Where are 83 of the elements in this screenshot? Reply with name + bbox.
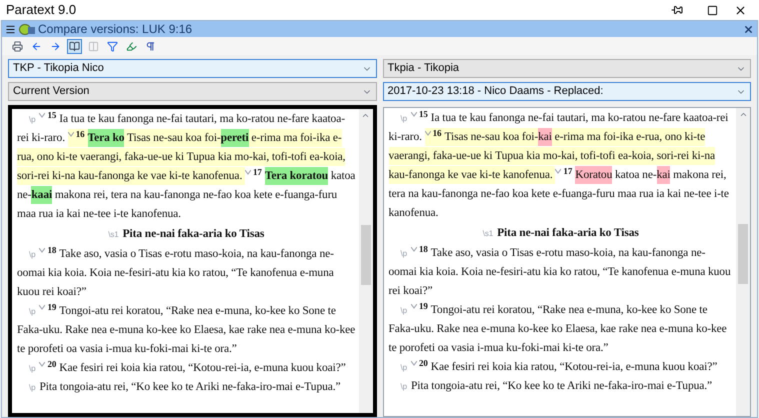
window-title: Paratext 9.0	[6, 1, 78, 20]
menu-icon[interactable]	[5, 24, 16, 34]
style-marker: \p	[400, 363, 407, 372]
highlighted-word: Tera koratou	[264, 167, 328, 185]
verse-marker-icon	[39, 305, 46, 310]
highlighter-icon	[126, 40, 137, 52]
columns-icon	[88, 40, 99, 52]
verse-paragraph: \p Pita tongoia-atu rei, “Ko kee ko te Ariki ne-faka-iro-mai e-Tupua.”	[28, 380, 342, 396]
style-marker: \p	[29, 115, 36, 124]
style-marker: \p	[400, 114, 407, 123]
close-icon[interactable]	[734, 4, 747, 16]
verse-paragraph: \p $^{19}$ Tongoi-atu rei koratou, “Rake nea e-muna, ko-kee ko Sone te Faka-uku. Rake nea e-muna ko-kee ko Elaesa, kae rake nea e-muna ko-kee te porofeti oa vasia i-mua ku-foki-mai ki-te ora.”	[17, 302, 356, 358]
section-heading: Pita ne-nai faka-aria ko Tisas	[497, 226, 639, 241]
pilcrow-icon	[145, 40, 156, 52]
printer-button[interactable]	[10, 38, 25, 54]
scrollbar-thumb[interactable]	[738, 224, 748, 284]
style-marker: \p	[400, 249, 407, 258]
verse-number: 17	[563, 166, 572, 176]
verse-marker-icon	[39, 362, 46, 368]
scroll-up-icon[interactable]	[738, 110, 748, 119]
printer-icon	[12, 40, 23, 52]
highlighted-word: Tera ko	[88, 129, 124, 147]
style-marker: \s1	[482, 228, 494, 240]
verse-marker-icon	[555, 169, 562, 174]
maximize-icon[interactable]	[707, 4, 718, 16]
close-icon[interactable]	[743, 24, 754, 34]
book-icon	[69, 40, 80, 52]
style-marker: \s1	[108, 229, 119, 241]
verse-paragraph: \p $^{18}$ Take aso, vasia o Tisas e-rotu maso-koia, na kau-fanonga ne-oomai kia koia. Koia ne-fesiri-atu kia ko ratou, “Te kanofenua e-muna kuou rei koai?”	[17, 245, 335, 300]
verse-marker-icon	[410, 361, 417, 366]
verse-paragraph: \p $^{18}$ Take aso, vasia o Tisas e-rotu maso-koia, na kau-fanonga ne-oomai kia koia. Koia ne-fesiri-atu kia ko ratou, “Te kanofenua e-muna kuou rei koai?”	[388, 244, 732, 300]
verse-marker-icon	[39, 113, 46, 118]
pin-icon[interactable]	[671, 4, 683, 16]
version-dropdown[interactable]: TKP - Tikopia Nico	[8, 59, 376, 78]
book-button[interactable]	[67, 38, 82, 54]
verse-marker-icon	[68, 132, 74, 137]
version-dropdown[interactable]: Current Version	[8, 82, 376, 101]
verse-number: 15	[47, 110, 56, 120]
verse-marker-icon	[410, 304, 417, 310]
verse-paragraph: \p $^{20}$ Kae fesiri rei koia kia ratou, “Kotou-rei-ia, e-muna kuou koai?”	[28, 359, 347, 376]
verse-marker-icon	[424, 131, 431, 136]
highlighted-word: kai	[538, 128, 552, 146]
highlighted-word: kaai	[31, 186, 52, 204]
verse-number: 16	[76, 128, 85, 138]
back-arrow-icon	[31, 40, 42, 52]
highlighted-word: pereti	[220, 129, 249, 147]
verse-paragraph: \p $^{20}$ Kae fesiri rei koia kia ratou, “Kotou-rei-ia, e-muna kuou koai?”	[400, 358, 718, 376]
forward-arrow-icon	[50, 40, 61, 52]
verse-marker-icon	[245, 170, 251, 175]
version-dropdown[interactable]: 2017-10-23 13:18 - Nico Daams - Replaced:	[382, 82, 751, 101]
verse-paragraph: \p $^{15}$ Ia tua te kau fanonga ne-fai tautari, ma ko-ratou ne-fare kaatoa-rei ki-raro. $^{16}$ Tera ko Tisas ne-sau koa foi-pereti e-rima ma foi-ika e-rua, ono ki-te vaerangi, faka-ue-ue ki Tupua kia mo-kai, tofi-tofi ea-koia, sori-rei ki-na kau-fanonga ke vae ki-te kanofenua. $^{17}$ Tera koratou katoa ne-kaai makona rei, tera na kau-fanonga ne-fao koa kete e-fuanga-furu maa rua ia kai ne-tee i-te kanofenua.	[17, 110, 356, 222]
highlighted-word: Koratou	[575, 166, 612, 184]
verse-number: 19	[418, 300, 428, 311]
highlighted-word: kai	[656, 166, 670, 184]
version-dropdown[interactable]: Tkpia - Tikopia	[382, 59, 751, 78]
verse-number: 16	[432, 128, 442, 138]
style-marker: \p	[400, 306, 407, 316]
verse-marker-icon	[410, 112, 417, 117]
section-heading: Pita ne-nai faka-aria ko Tisas	[122, 227, 264, 242]
app-logo-icon	[19, 24, 35, 34]
style-marker: \p	[400, 382, 407, 392]
panel-title: Compare versions: LUK 9:16	[38, 21, 194, 38]
style-marker: \p	[29, 250, 36, 260]
verse-number: 17	[253, 166, 262, 176]
filter-icon	[107, 40, 118, 52]
style-marker: \p	[29, 364, 36, 374]
verse-marker-icon	[39, 248, 46, 254]
verse-marker-icon	[410, 247, 417, 252]
style-marker: \p	[29, 383, 36, 392]
scrollbar[interactable]	[358, 109, 372, 413]
style-marker: \p	[29, 307, 36, 316]
scrollbar-thumb[interactable]	[360, 225, 370, 285]
scrollbar[interactable]	[736, 108, 750, 416]
verse-paragraph: \p Pita tongoia-atu rei, “Ko kee ko te Ariki ne-faka-iro-mai e-Tupua.”	[400, 379, 714, 394]
verse-number: 15	[418, 108, 428, 118]
verse-paragraph: \p $^{15}$ Ia tua te kau fanonga ne-fai tautari, ma ko-ratou ne-fare kaatoa-rei ki-raro. $^{16}$ Tisas ne-sau koa foi-kai e-rima ma foi-ika e-rua, ono ki-te vaerangi, faka-ue-ue ki Tupua kia mo-kai, tofi-tofi ea-koia, sori-rei ki-na kau-fanonga ke vae ki-te kanofenua. $^{17}$ Koratou katoa ne-kai makona rei, tera na kau-fanonga ne-fao koa kete e-fuanga-furu maa rua ia kai ne-tee i-te kanofenua.	[388, 109, 730, 221]
verse-number: 18	[47, 244, 56, 255]
verse-number: 20	[47, 358, 56, 369]
verse-number: 19	[47, 302, 56, 312]
verse-number: 20	[418, 358, 428, 368]
scroll-up-icon[interactable]	[361, 111, 370, 120]
verse-number: 18	[418, 244, 428, 254]
verse-paragraph: \p $^{19}$ Tongoi-atu rei koratou, “Rake nea e-muna, ko-kee ko Sone te Faka-uku. Rake nea e-muna ko-kee ko Elaesa, kae rake nea e-muna ko-kee te porofeti oa vasia i-mua ku-foki-mai ki-te ora.”	[388, 301, 728, 356]
